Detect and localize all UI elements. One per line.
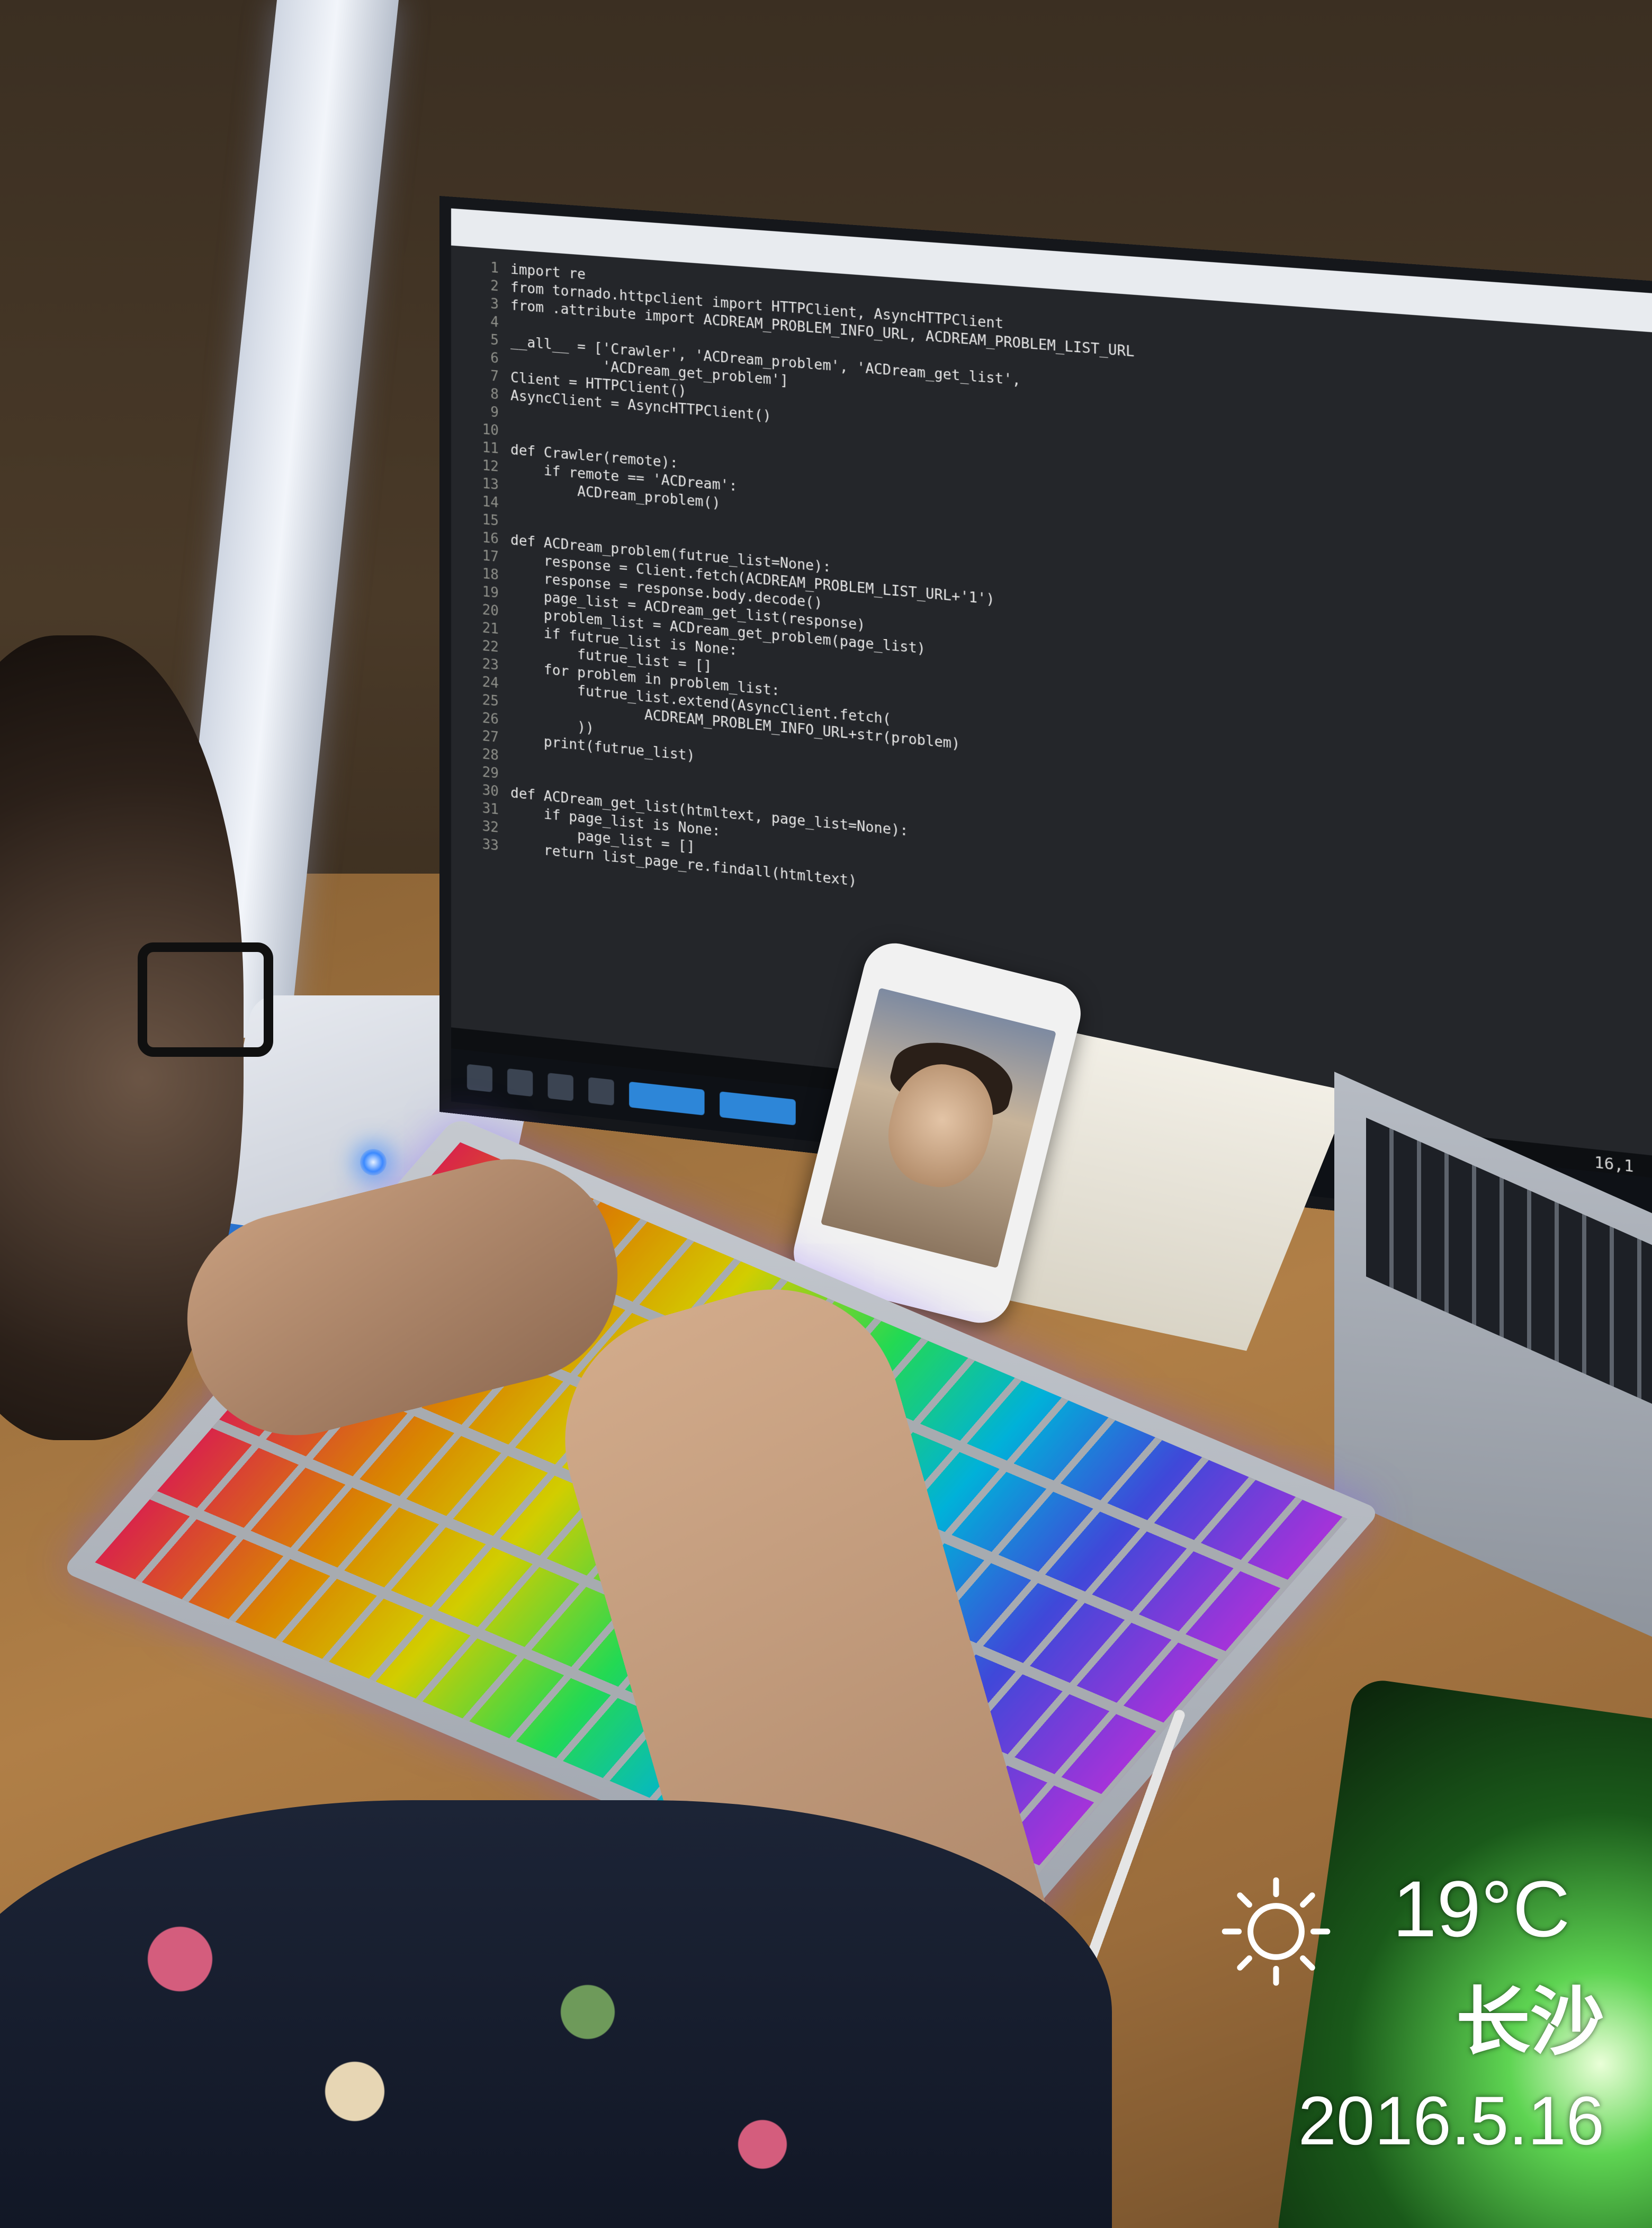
line-number: 15 (482, 511, 499, 529)
line-number: 12 (482, 457, 499, 475)
floral-shirt (0, 1800, 1112, 2228)
line-number: 22 (482, 638, 499, 656)
sun-icon (1222, 1877, 1331, 1986)
line-number: 9 (490, 404, 499, 421)
photo-scene: 1 import re 2 from tornado.httpclient impor… (0, 0, 1652, 2228)
phone-video-call-screen (820, 987, 1056, 1269)
eyeglasses (138, 942, 273, 1057)
taskbar-active-window[interactable] (629, 1081, 705, 1116)
line-number: 5 (490, 332, 499, 349)
taskbar-app-icon[interactable] (507, 1068, 533, 1097)
line-number: 24 (482, 674, 499, 692)
line-number: 23 (482, 656, 499, 674)
line-number: 14 (482, 493, 499, 511)
line-number: 31 (482, 800, 499, 818)
line-number: 27 (482, 728, 499, 746)
line-number: 17 (482, 547, 499, 565)
line-number: 21 (482, 620, 499, 638)
taskbar-active-window[interactable] (720, 1091, 796, 1126)
line-number: 30 (482, 782, 499, 800)
taskbar-app-icon[interactable] (588, 1077, 614, 1106)
line-number: 6 (490, 350, 499, 367)
line-number: 10 (482, 421, 499, 439)
line-number: 20 (482, 602, 499, 619)
line-number: 13 (482, 475, 499, 493)
line-number: 25 (482, 692, 499, 710)
line-number: 28 (482, 746, 499, 764)
line-number: 8 (490, 386, 499, 403)
lamp-led-icon (360, 1149, 387, 1175)
line-number: 26 (482, 710, 499, 728)
line-number: 29 (482, 764, 499, 782)
taskbar-app-icon[interactable] (547, 1073, 573, 1101)
line-number: 11 (482, 439, 499, 457)
line-number: 19 (482, 584, 499, 601)
line-number: 1 (490, 260, 499, 277)
line-number: 18 (482, 565, 499, 583)
photo-watermark: 19°C 长沙 2016.5.16 (1218, 1864, 1620, 2203)
line-number: 16 (482, 529, 499, 547)
line-number: 2 (490, 278, 499, 295)
line-number: 7 (490, 368, 499, 385)
photo-date: 2016.5.16 (1298, 2082, 1604, 2159)
line-number: 33 (482, 836, 499, 855)
line-number: 4 (490, 314, 499, 331)
line-number: 3 (490, 296, 499, 313)
start-button[interactable] (466, 1064, 492, 1092)
temperature: 19°C (1393, 1864, 1570, 1953)
city-name: 长沙 (1456, 1979, 1604, 2065)
